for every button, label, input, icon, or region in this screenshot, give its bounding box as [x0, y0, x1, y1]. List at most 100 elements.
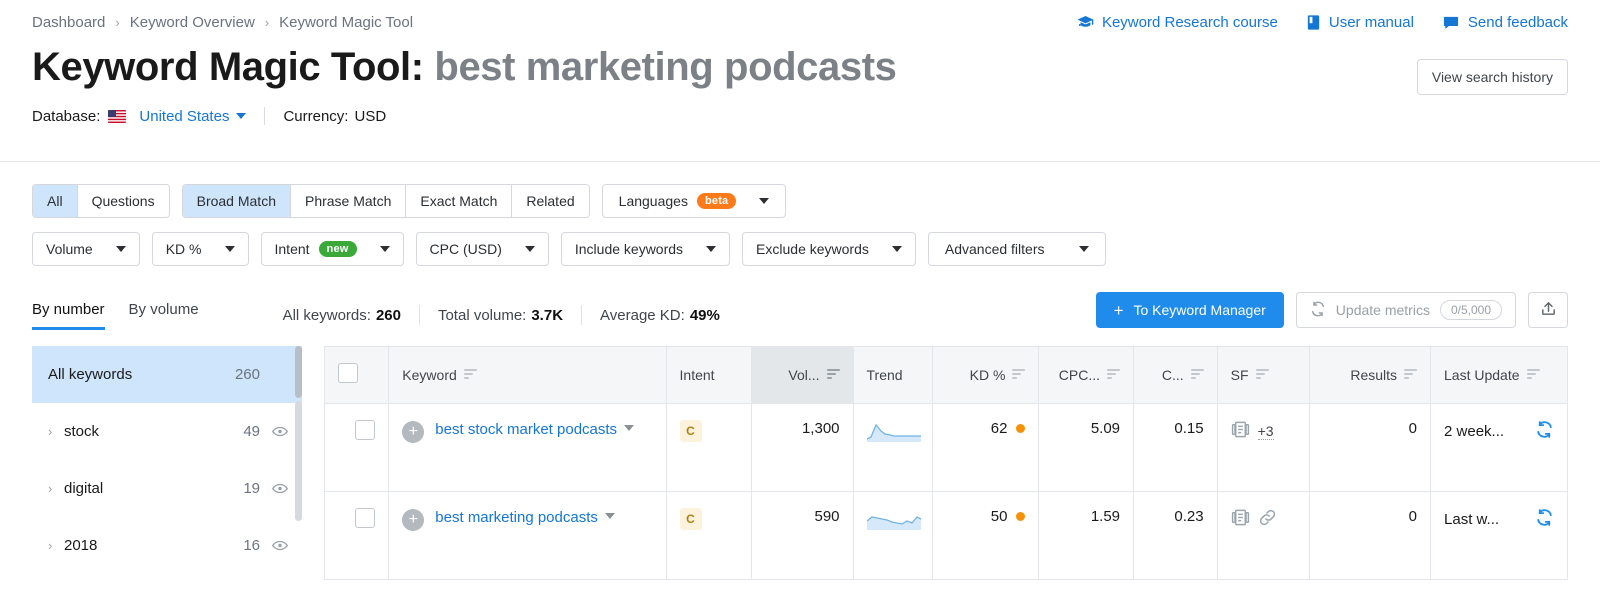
- results-content: All keywords 260 › stock 49 › digital 19: [0, 346, 1600, 580]
- match-type-segment: Broad Match Phrase Match Exact Match Rel…: [181, 184, 590, 218]
- carousel-icon[interactable]: [1231, 508, 1250, 531]
- cpc-filter-label: CPC (USD): [429, 241, 502, 257]
- breadcrumb-item-keyword-magic-tool[interactable]: Keyword Magic Tool: [279, 14, 413, 31]
- send-feedback-label: Send feedback: [1467, 14, 1568, 31]
- intent-badge[interactable]: C: [679, 419, 702, 442]
- keyword-research-course-link[interactable]: Keyword Research course: [1077, 14, 1278, 31]
- row-competition-cell: 0.23: [1133, 490, 1218, 579]
- sidebar-scrollbar[interactable]: [295, 346, 302, 556]
- column-header-results[interactable]: Results: [1309, 347, 1432, 403]
- row-keyword-cell: + best marketing podcasts: [388, 490, 667, 579]
- refresh-row-icon[interactable]: [1535, 420, 1554, 443]
- row-trend-cell: [853, 490, 933, 579]
- sidebar-scrollbar-thumb[interactable]: [295, 346, 302, 398]
- column-label-cpc: CPC...: [1058, 366, 1101, 383]
- filter-tab-questions[interactable]: Questions: [77, 185, 169, 217]
- keyword-link[interactable]: best marketing podcasts: [435, 508, 615, 528]
- sidebar-item-count: 49: [243, 423, 260, 440]
- column-header-sf[interactable]: SF: [1217, 347, 1311, 403]
- stat-all-keywords: All keywords: 260: [283, 307, 401, 324]
- chevron-right-icon[interactable]: ›: [48, 481, 64, 496]
- carousel-icon[interactable]: [1231, 420, 1250, 443]
- volume-filter-dropdown[interactable]: Volume: [32, 232, 140, 266]
- sidebar-item-all-keywords[interactable]: All keywords 260: [32, 346, 302, 403]
- keyword-link[interactable]: best stock market podcasts: [435, 420, 635, 440]
- row-checkbox[interactable]: [355, 419, 376, 440]
- column-header-keyword[interactable]: Keyword: [388, 347, 667, 403]
- kd-value: 62: [990, 419, 1008, 437]
- sidebar-item-digital[interactable]: › digital 19: [32, 460, 302, 517]
- column-header-competition[interactable]: C...: [1133, 347, 1218, 403]
- update-metrics-label: Update metrics: [1335, 302, 1430, 318]
- chat-bubble-icon: [1442, 14, 1460, 31]
- chevron-right-icon[interactable]: ›: [48, 424, 64, 439]
- eye-icon[interactable]: [272, 483, 288, 494]
- row-volume-cell: 1,300: [751, 402, 854, 491]
- add-keyword-button[interactable]: +: [402, 508, 425, 531]
- export-button[interactable]: [1528, 292, 1568, 328]
- column-header-kd[interactable]: KD %: [932, 347, 1040, 403]
- breadcrumb-item-dashboard[interactable]: Dashboard: [32, 14, 105, 31]
- cpc-filter-dropdown[interactable]: CPC (USD): [415, 232, 549, 266]
- kd-filter-dropdown[interactable]: KD %: [151, 232, 249, 266]
- sort-icon: [826, 367, 840, 383]
- sidebar-scrollbar-track[interactable]: [295, 401, 302, 521]
- include-keywords-dropdown[interactable]: Include keywords: [560, 232, 731, 266]
- row-results-cell: 0: [1309, 490, 1432, 579]
- view-search-history-button[interactable]: View search history: [1416, 59, 1568, 95]
- column-label-intent: Intent: [679, 366, 715, 383]
- header-links: Keyword Research course User manual Send…: [1077, 14, 1568, 31]
- send-feedback-link[interactable]: Send feedback: [1442, 14, 1568, 31]
- chevron-down-icon[interactable]: [604, 512, 615, 519]
- sf-more-count[interactable]: +3: [1257, 423, 1274, 440]
- sidebar-item-2018[interactable]: › 2018 16: [32, 517, 302, 574]
- keyword-magic-tool-page: Dashboard › Keyword Overview › Keyword M…: [0, 0, 1600, 610]
- database-selector[interactable]: United States: [108, 108, 247, 125]
- intent-filter-label: Intent: [274, 241, 310, 257]
- add-keyword-button[interactable]: +: [402, 420, 425, 443]
- sidebar-item-stock[interactable]: › stock 49: [32, 403, 302, 460]
- refresh-row-icon[interactable]: [1535, 508, 1554, 531]
- column-header-last-update[interactable]: Last Update: [1430, 347, 1567, 403]
- to-keyword-manager-button[interactable]: + To Keyword Manager: [1095, 292, 1284, 328]
- sort-icon: [1190, 367, 1204, 383]
- advanced-filters-dropdown[interactable]: Advanced filters: [927, 232, 1107, 266]
- new-badge: new: [318, 241, 357, 257]
- row-checkbox[interactable]: [355, 507, 376, 528]
- filter-tab-all[interactable]: All: [33, 185, 78, 217]
- column-header-cpc[interactable]: CPC...: [1038, 347, 1135, 403]
- filter-tab-broad-match[interactable]: Broad Match: [182, 185, 291, 217]
- stat-total-volume-label: Total volume:: [437, 306, 527, 324]
- link-icon[interactable]: [1258, 508, 1277, 531]
- column-header-intent[interactable]: Intent: [666, 347, 753, 403]
- currency-label: Currency:: [283, 107, 349, 125]
- filter-tab-exact-match[interactable]: Exact Match: [406, 185, 513, 217]
- tab-by-volume[interactable]: By volume: [129, 301, 199, 330]
- select-all-checkbox[interactable]: [338, 363, 358, 384]
- chevron-right-icon[interactable]: ›: [48, 538, 64, 553]
- row-select-cell: [325, 490, 390, 579]
- eye-icon[interactable]: [272, 540, 288, 551]
- user-manual-label: User manual: [1328, 14, 1414, 31]
- filter-tab-related[interactable]: Related: [512, 185, 589, 217]
- column-header-trend[interactable]: Trend: [853, 347, 933, 403]
- stat-total-volume: Total volume: 3.7K: [438, 307, 563, 324]
- tab-by-number[interactable]: By number: [32, 301, 105, 330]
- languages-dropdown[interactable]: Languages beta: [601, 184, 787, 218]
- intent-filter-dropdown[interactable]: Intent new: [260, 232, 404, 266]
- column-label-trend: Trend: [866, 366, 903, 383]
- breadcrumb-separator-icon: ›: [264, 15, 270, 30]
- exclude-keywords-dropdown[interactable]: Exclude keywords: [742, 232, 916, 266]
- breadcrumb-item-keyword-overview[interactable]: Keyword Overview: [130, 14, 255, 31]
- chevron-down-icon: [115, 246, 126, 252]
- results-toolbar: By number By volume All keywords: 260 Tot…: [0, 292, 1600, 338]
- competition-value: 0.15: [1174, 419, 1204, 437]
- intent-badge[interactable]: C: [679, 507, 702, 530]
- user-manual-link[interactable]: User manual: [1306, 14, 1414, 31]
- chevron-down-icon[interactable]: [624, 424, 635, 431]
- update-metrics-button[interactable]: Update metrics 0/5,000: [1295, 292, 1516, 328]
- export-icon: [1540, 300, 1557, 320]
- filter-tab-phrase-match[interactable]: Phrase Match: [290, 185, 407, 217]
- column-header-volume[interactable]: Vol...: [751, 347, 854, 403]
- eye-icon[interactable]: [272, 426, 288, 437]
